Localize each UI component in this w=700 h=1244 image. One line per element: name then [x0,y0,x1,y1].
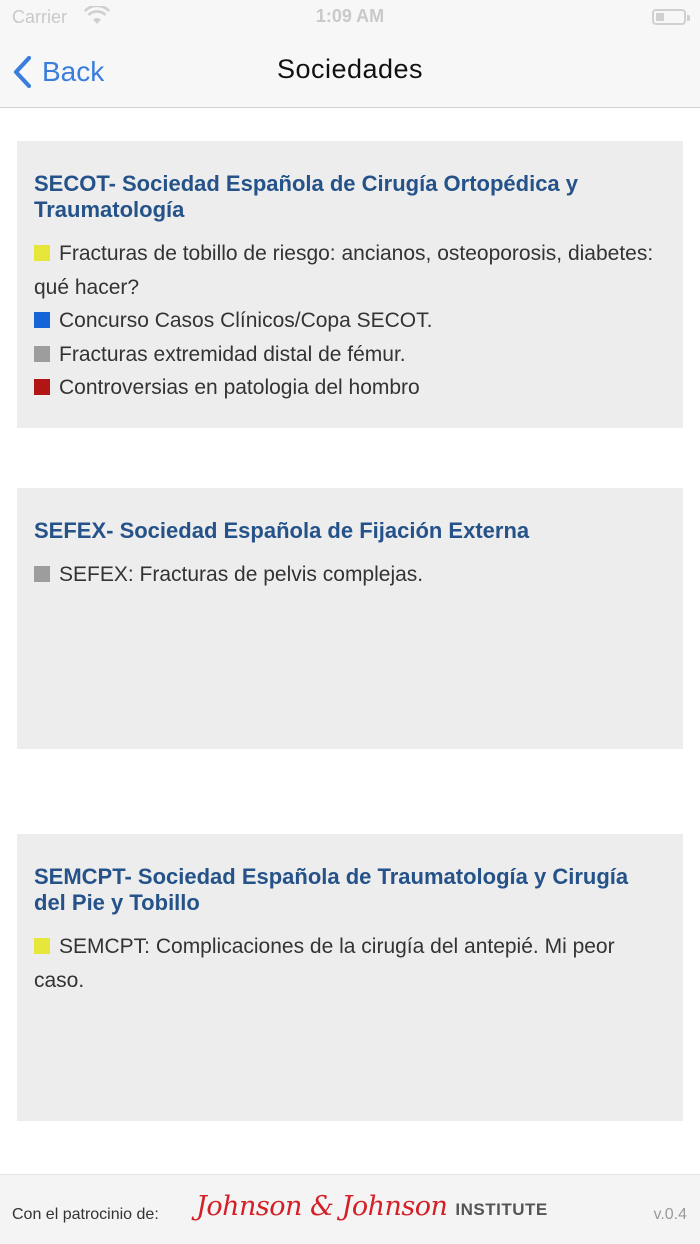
logo-script-text: Johnson & Johnson [196,1191,448,1222]
gray-square-icon [34,566,50,582]
johnson-and-johnson-institute-logo: Johnson & Johnson INSTITUTE [196,1191,548,1222]
sponsor-label: Con el patrocinio de: [12,1206,159,1223]
session-item[interactable]: Fracturas de tobillo de riesgo: ancianos… [34,237,666,304]
blue-square-icon [34,312,50,328]
yellow-square-icon [34,245,50,261]
society-card-secot[interactable]: SECOT- Sociedad Española de Cirugía Orto… [17,141,683,428]
session-text: Controversias en patologia del hombro [59,376,420,399]
logo-institute-text: INSTITUTE [455,1200,548,1219]
society-title: SEMCPT- Sociedad Española de Traumatolog… [34,864,629,915]
society-card-sefex[interactable]: SEFEX- Sociedad Española de Fijación Ext… [17,488,683,749]
session-item[interactable]: Controversias en patologia del hombro [34,371,666,405]
session-text: SEMCPT: Complicaciones de la cirugía del… [34,935,615,992]
session-item[interactable]: SEMCPT: Complicaciones de la cirugía del… [34,930,666,997]
session-item[interactable]: SEFEX: Fracturas de pelvis complejas. [34,558,666,592]
session-text: SEFEX: Fracturas de pelvis complejas. [59,563,424,586]
society-title: SEFEX- Sociedad Española de Fijación Ext… [34,518,530,543]
sponsor-footer: Con el patrocinio de: Johnson & Johnson … [0,1174,700,1244]
session-text: Concurso Casos Clínicos/Copa SECOT. [59,309,433,332]
society-card-semcpt[interactable]: SEMCPT- Sociedad Española de Traumatolog… [17,834,683,1121]
navigation-bar: Back Sociedades [0,36,700,108]
version-label: v.0.4 [653,1206,688,1223]
clock: 1:09 AM [315,6,385,26]
red-square-icon [34,379,50,395]
society-title: SECOT- Sociedad Española de Cirugía Orto… [34,171,579,222]
gray-square-icon [34,345,50,362]
session-text: Fracturas de tobillo de riesgo: ancianos… [34,242,654,299]
battery-icon [652,9,690,25]
session-item[interactable]: Fracturas extremidad distal de fémur. [34,338,666,372]
session-item[interactable]: Concurso Casos Clínicos/Copa SECOT. [34,304,666,338]
status-bar: Carrier 1:09 AM [0,0,700,36]
yellow-square-icon [34,938,50,954]
page-title: Sociedades [276,54,424,84]
session-text: Fracturas extremidad distal de fémur. [59,342,406,366]
